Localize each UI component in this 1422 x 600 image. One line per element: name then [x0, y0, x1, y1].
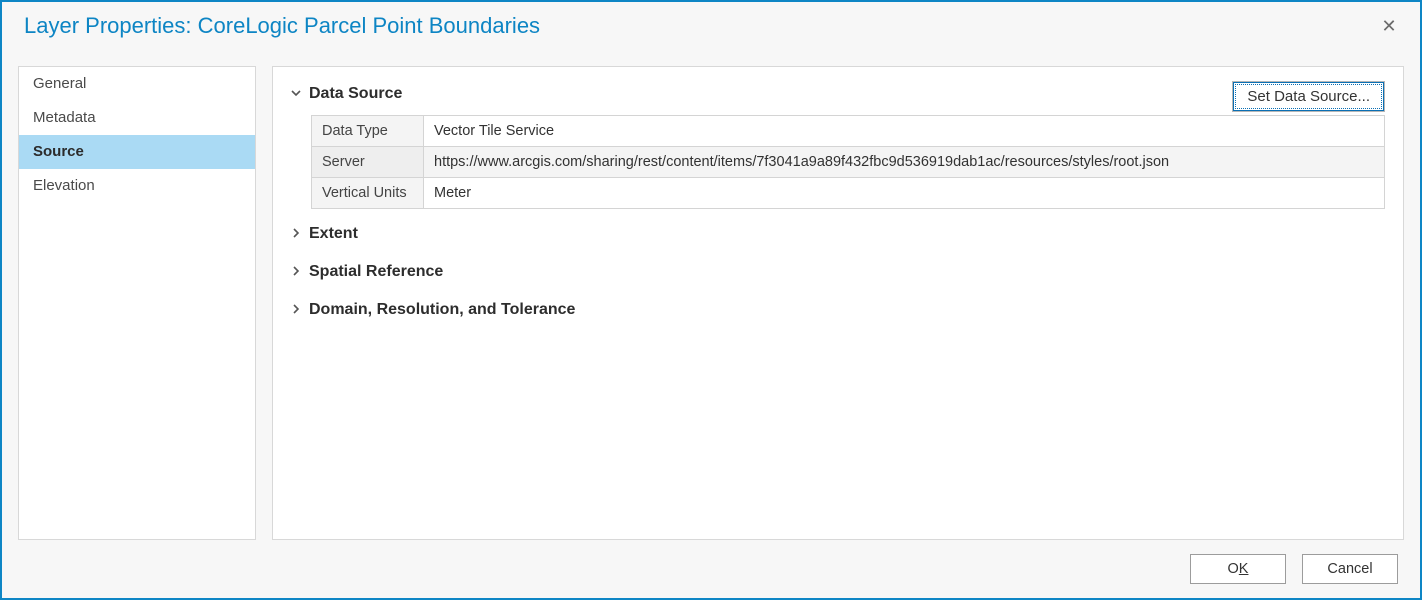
- ok-pre: O: [1228, 561, 1239, 577]
- chevron-right-icon: [291, 227, 303, 241]
- section-extent: Extent: [291, 221, 1385, 247]
- chevron-right-icon: [291, 265, 303, 279]
- sidebar-item-label: Source: [33, 143, 84, 160]
- ok-button[interactable]: OK: [1190, 554, 1286, 584]
- sidebar-item-metadata[interactable]: Metadata: [19, 101, 255, 135]
- set-data-source-button[interactable]: Set Data Source...: [1232, 81, 1385, 112]
- section-label: Domain, Resolution, and Tolerance: [309, 301, 575, 319]
- section-header-extent[interactable]: Extent: [291, 221, 1385, 247]
- section-header-data-source[interactable]: Data Source: [291, 81, 1385, 107]
- dialog-content: General Metadata Source Elevation Set Da…: [2, 50, 1420, 540]
- sidebar-item-label: Metadata: [33, 109, 96, 126]
- prop-key: Data Type: [312, 116, 424, 147]
- prop-value: Meter: [424, 178, 1385, 209]
- sidebar-item-label: Elevation: [33, 177, 95, 194]
- main-panel: Set Data Source... Data Source Data Type…: [272, 66, 1404, 540]
- titlebar: Layer Properties: CoreLogic Parcel Point…: [2, 2, 1420, 50]
- layer-properties-dialog: Layer Properties: CoreLogic Parcel Point…: [0, 0, 1422, 600]
- prop-value: https://www.arcgis.com/sharing/rest/cont…: [424, 147, 1385, 178]
- section-domain-resolution-tolerance: Domain, Resolution, and Tolerance: [291, 297, 1385, 323]
- chevron-down-icon: [291, 87, 303, 101]
- section-label: Extent: [309, 225, 358, 243]
- dialog-footer: OK Cancel: [2, 540, 1420, 598]
- sidebar-item-general[interactable]: General: [19, 67, 255, 101]
- cancel-button[interactable]: Cancel: [1302, 554, 1398, 584]
- sidebar-item-elevation[interactable]: Elevation: [19, 169, 255, 203]
- data-source-table: Data Type Vector Tile Service Server htt…: [311, 115, 1385, 209]
- sidebar: General Metadata Source Elevation: [18, 66, 256, 540]
- section-header-spatial-reference[interactable]: Spatial Reference: [291, 259, 1385, 285]
- sidebar-item-source[interactable]: Source: [19, 135, 255, 169]
- ok-key: K: [1239, 561, 1249, 577]
- section-data-source: Data Source Data Type Vector Tile Servic…: [291, 81, 1385, 209]
- close-icon[interactable]: ✕: [1372, 9, 1406, 43]
- table-row: Server https://www.arcgis.com/sharing/re…: [312, 147, 1385, 178]
- section-header-domain[interactable]: Domain, Resolution, and Tolerance: [291, 297, 1385, 323]
- prop-key: Vertical Units: [312, 178, 424, 209]
- table-row: Vertical Units Meter: [312, 178, 1385, 209]
- table-row: Data Type Vector Tile Service: [312, 116, 1385, 147]
- prop-value: Vector Tile Service: [424, 116, 1385, 147]
- chevron-right-icon: [291, 303, 303, 317]
- prop-key: Server: [312, 147, 424, 178]
- section-spatial-reference: Spatial Reference: [291, 259, 1385, 285]
- section-label: Data Source: [309, 85, 402, 103]
- sidebar-item-label: General: [33, 75, 86, 92]
- section-label: Spatial Reference: [309, 263, 443, 281]
- dialog-title: Layer Properties: CoreLogic Parcel Point…: [24, 13, 1372, 39]
